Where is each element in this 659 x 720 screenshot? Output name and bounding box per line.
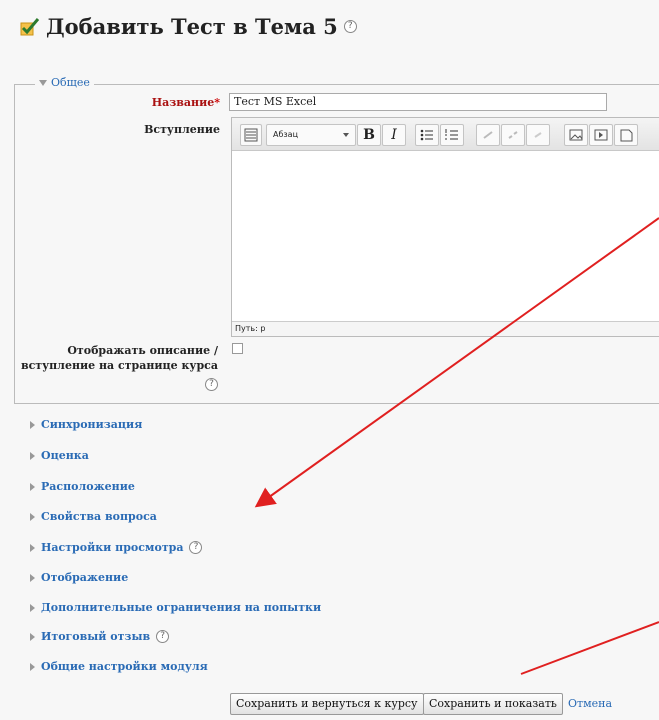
- section-question-behaviour[interactable]: Свойства вопроса: [30, 510, 157, 523]
- unlink-icon: [508, 131, 518, 139]
- annotation-line: [520, 621, 659, 675]
- collapse-triangle-icon: [39, 79, 47, 86]
- section-label: Оценка: [41, 449, 89, 462]
- name-label-text: Название: [151, 96, 215, 109]
- section-label: Отображение: [41, 571, 129, 584]
- section-label: Итоговый отзыв: [41, 630, 151, 643]
- section-label: Настройки просмотра: [41, 541, 184, 554]
- files-icon: [620, 129, 633, 142]
- edit-check-icon: [20, 17, 40, 35]
- expand-triangle-icon: [30, 543, 35, 552]
- save-and-return-button[interactable]: Сохранить и вернуться к курсу: [230, 693, 424, 715]
- editor-status-path: Путь: p: [232, 321, 659, 336]
- anchor-icon: [534, 132, 542, 138]
- section-label: Расположение: [41, 480, 135, 493]
- insert-image-button[interactable]: [564, 124, 588, 146]
- intro-label: Вступление: [144, 123, 220, 136]
- format-select-value: Абзац: [273, 130, 299, 139]
- name-input[interactable]: [229, 93, 607, 111]
- general-legend[interactable]: Общее: [35, 76, 94, 89]
- chevron-down-icon: [343, 133, 349, 137]
- link-button[interactable]: [476, 124, 500, 146]
- show-description-checkbox[interactable]: [232, 343, 243, 354]
- expand-triangle-icon: [30, 512, 35, 521]
- numbered-list-icon: [445, 129, 458, 140]
- section-label: Дополнительные ограничения на попытки: [41, 601, 322, 614]
- section-label: Общие настройки модуля: [41, 660, 208, 673]
- section-review-options[interactable]: Настройки просмотра ?: [30, 541, 203, 554]
- show-description-label: Отображать описание / вступление на стра…: [14, 343, 218, 391]
- numbered-list-button[interactable]: [440, 124, 464, 146]
- toolbar-toggle-icon: [244, 128, 258, 142]
- expand-triangle-icon: [30, 603, 35, 612]
- help-icon[interactable]: ?: [343, 20, 357, 33]
- manage-files-button[interactable]: [614, 124, 638, 146]
- help-icon[interactable]: ?: [205, 378, 218, 391]
- section-sync[interactable]: Синхронизация: [30, 418, 142, 431]
- help-icon[interactable]: ?: [189, 541, 203, 554]
- link-icon: [483, 131, 493, 139]
- name-label: Название*: [120, 96, 220, 109]
- expand-triangle-icon: [30, 482, 35, 491]
- anchor-button[interactable]: [526, 124, 550, 146]
- expand-triangle-icon: [30, 451, 35, 460]
- save-and-display-button[interactable]: Сохранить и показать: [423, 693, 563, 715]
- bullet-list-icon: [420, 129, 433, 141]
- required-star-icon: *: [214, 96, 220, 109]
- section-extra-restrictions[interactable]: Дополнительные ограничения на попытки: [30, 601, 321, 614]
- section-grade[interactable]: Оценка: [30, 449, 89, 462]
- image-icon: [569, 129, 583, 141]
- bold-button[interactable]: B: [357, 124, 381, 146]
- intro-editor[interactable]: Абзац B I Путь: p: [231, 117, 659, 337]
- expand-triangle-icon: [30, 662, 35, 671]
- section-appearance[interactable]: Отображение: [30, 571, 128, 584]
- format-select[interactable]: Абзац: [266, 124, 356, 146]
- help-icon[interactable]: ?: [156, 630, 170, 643]
- toolbar-toggle-button[interactable]: [240, 124, 262, 146]
- insert-media-button[interactable]: [589, 124, 613, 146]
- section-label: Свойства вопроса: [41, 510, 157, 523]
- expand-triangle-icon: [30, 420, 35, 429]
- italic-button[interactable]: I: [382, 124, 406, 146]
- general-legend-label: Общее: [51, 76, 90, 89]
- section-common-module-settings[interactable]: Общие настройки модуля: [30, 660, 208, 673]
- expand-triangle-icon: [30, 632, 35, 641]
- section-label: Синхронизация: [41, 418, 143, 431]
- bullet-list-button[interactable]: [415, 124, 439, 146]
- media-icon: [594, 129, 608, 141]
- editor-toolbar: Абзац B I: [232, 118, 659, 151]
- page-title: Добавить Тест в Тема 5 ?: [20, 14, 357, 39]
- unlink-button[interactable]: [501, 124, 525, 146]
- section-overall-feedback[interactable]: Итоговый отзыв ?: [30, 630, 170, 643]
- cancel-link[interactable]: Отмена: [568, 697, 612, 710]
- section-layout[interactable]: Расположение: [30, 480, 135, 493]
- expand-triangle-icon: [30, 573, 35, 582]
- show-description-label-line2: вступление на странице курса: [20, 359, 218, 372]
- show-description-label-line1: Отображать описание /: [67, 344, 218, 357]
- page-title-text: Добавить Тест в Тема 5: [46, 14, 338, 39]
